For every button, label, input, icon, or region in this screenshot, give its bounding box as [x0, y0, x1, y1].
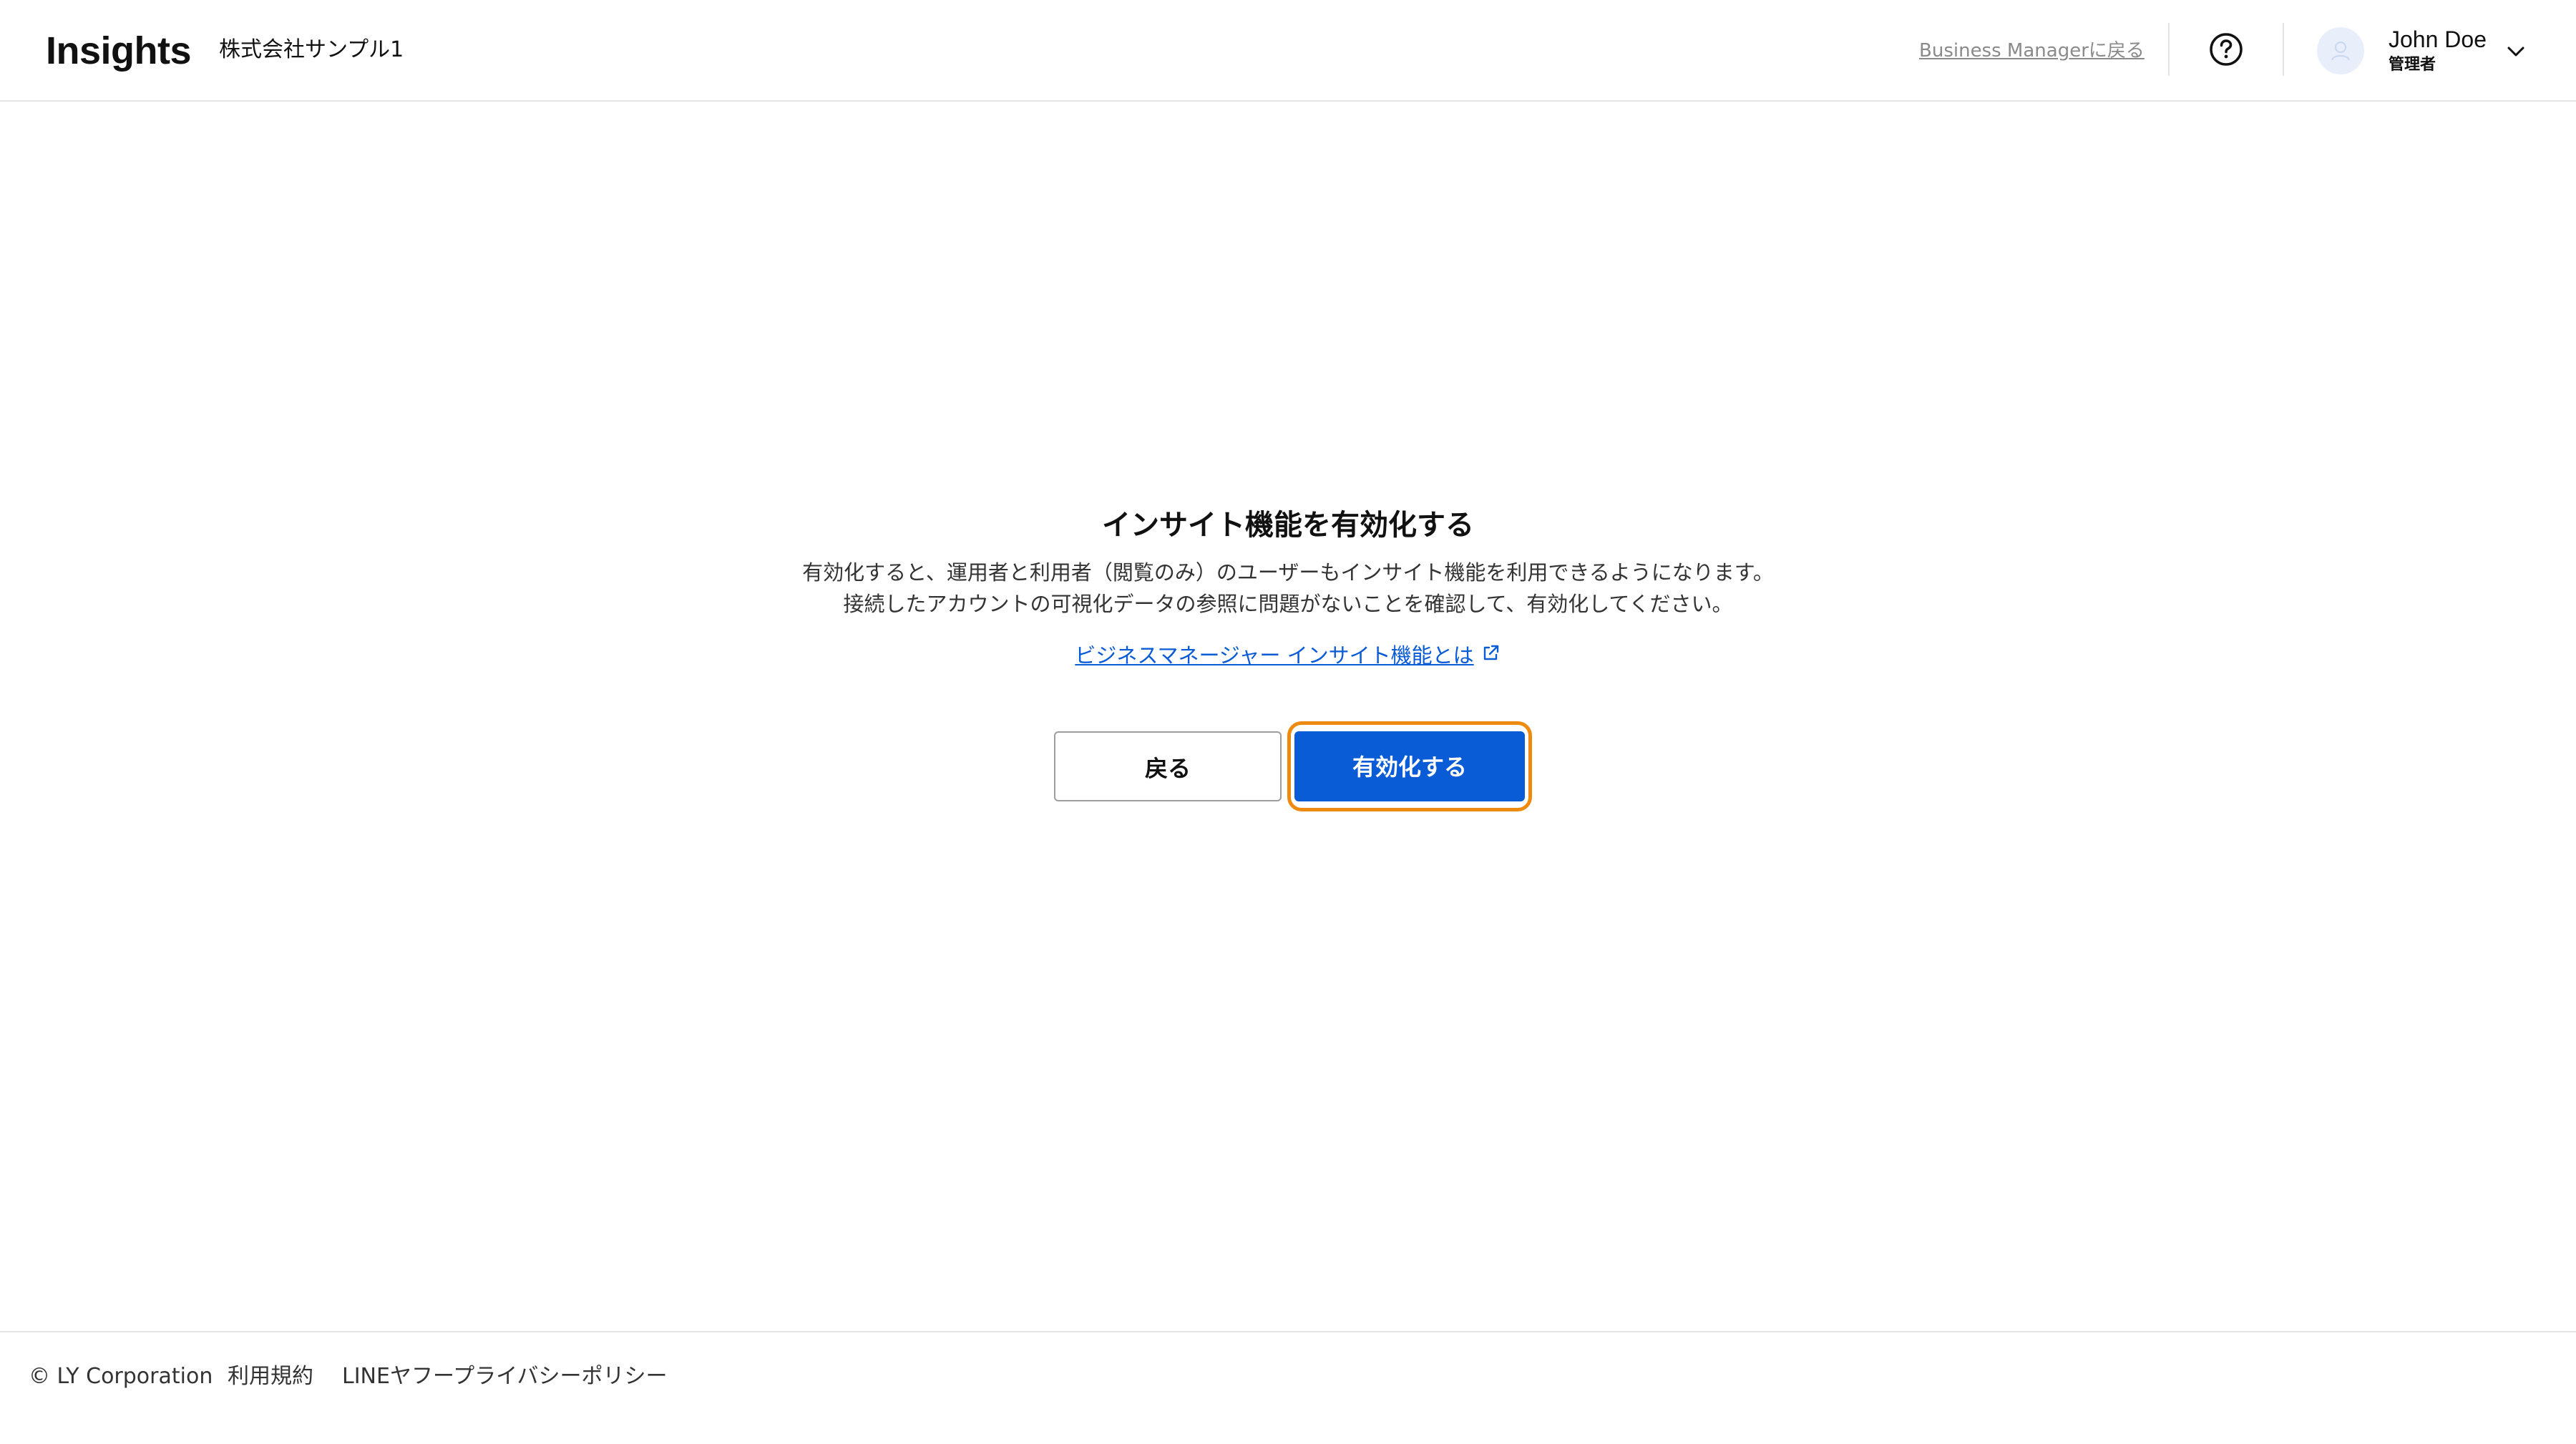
user-role: 管理者: [2389, 56, 2436, 74]
question-circle-icon: [2210, 33, 2243, 66]
organization-name: 株式会社サンプル1: [219, 37, 404, 62]
back-to-business-manager-link[interactable]: Business Managerに戻る: [1919, 37, 2145, 64]
header-divider: [2168, 23, 2170, 76]
app-header: Insights 株式会社サンプル1 Business Managerに戻る J…: [0, 0, 2576, 102]
app-brand-logo[interactable]: Insights: [46, 26, 192, 76]
chevron-down-icon[interactable]: [2504, 40, 2527, 63]
main-content: インサイト機能を有効化する 有効化すると、運用者と利用者（閲覧のみ）のユーザーも…: [0, 102, 2576, 1331]
page-title: インサイト機能を有効化する: [1102, 509, 1474, 542]
description-line: 接続したアカウントの可視化データの参照に問題がないことを確認して、有効化してくだ…: [843, 592, 1733, 616]
learn-more-container: ビジネスマネージャー インサイト機能とは: [0, 640, 2576, 671]
copyright-text: © LY Corporation: [29, 1364, 213, 1389]
description-line: 有効化すると、運用者と利用者（閲覧のみ）のユーザーもインサイト機能を利用できるよ…: [802, 560, 1774, 585]
user-menu[interactable]: John Doe 管理者: [2316, 21, 2530, 80]
header-divider: [2283, 23, 2284, 76]
learn-more-link[interactable]: ビジネスマネージャー インサイト機能とは: [1075, 643, 1473, 668]
user-name: John Doe: [2389, 26, 2487, 52]
back-button[interactable]: 戻る: [1054, 731, 1282, 801]
help-button[interactable]: [2208, 31, 2244, 67]
privacy-policy-link[interactable]: LINEヤフープライバシーポリシー: [342, 1361, 668, 1392]
learn-more-link-text: ビジネスマネージャー インサイト機能とは: [1075, 643, 1474, 668]
terms-link[interactable]: 利用規約: [228, 1361, 313, 1392]
page-footer: © LY Corporation 利用規約 LINEヤフープライバシーポリシー: [0, 1331, 2576, 1444]
user-avatar-icon: [2331, 42, 2350, 61]
user-avatar: [2317, 27, 2364, 74]
enable-button[interactable]: 有効化する: [1294, 731, 1525, 801]
external-link-icon: [1483, 645, 1498, 660]
